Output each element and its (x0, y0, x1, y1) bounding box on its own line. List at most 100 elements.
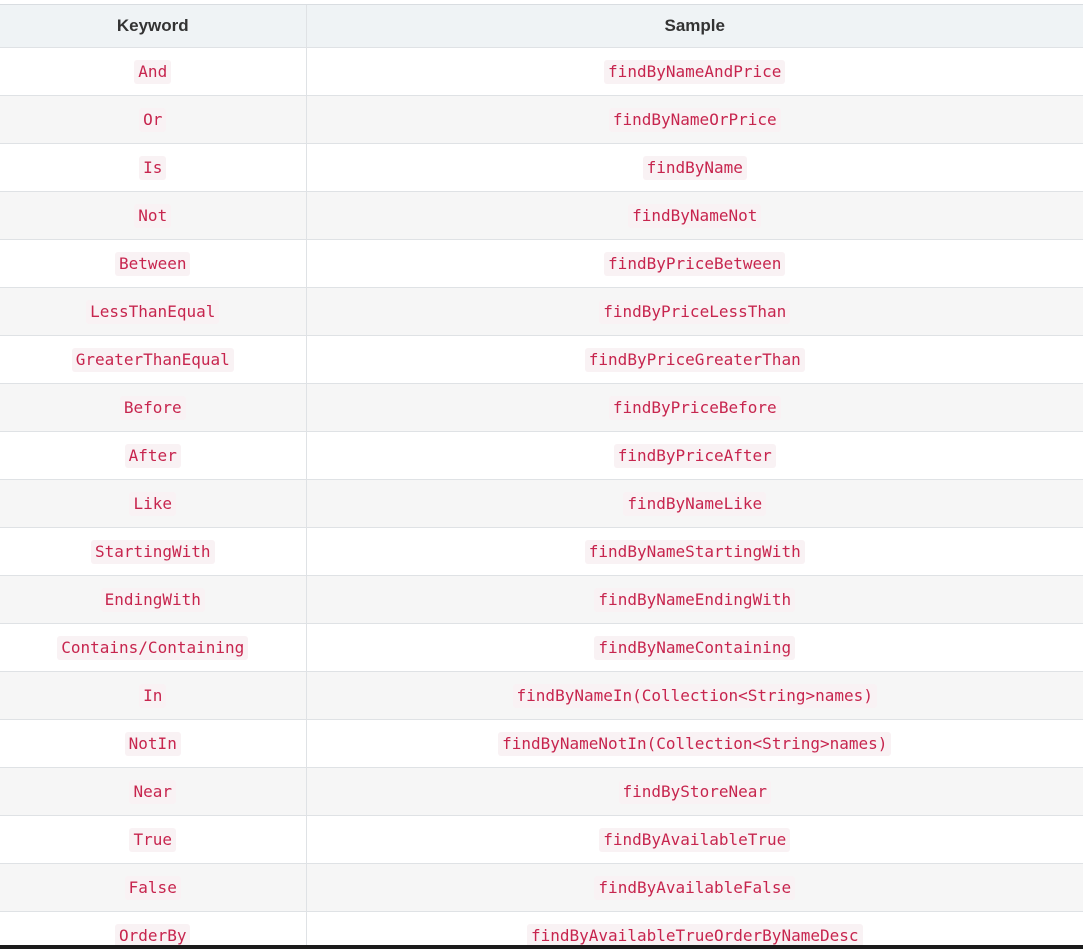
keyword-code: Before (119, 395, 186, 420)
sample-cell: findByStoreNear (306, 767, 1083, 816)
table-row: GreaterThanEqual findByPriceGreaterThan (0, 335, 1083, 384)
keyword-cell: NotIn (0, 719, 307, 768)
sample-cell: findByPriceBefore (306, 383, 1083, 432)
sample-code: findByNameStartingWith (584, 539, 805, 564)
sample-code: findByPriceGreaterThan (584, 347, 805, 372)
keyword-code: GreaterThanEqual (71, 347, 234, 372)
table-row: Before findByPriceBefore (0, 383, 1083, 432)
table-row: EndingWith findByNameEndingWith (0, 575, 1083, 624)
table-row: Is findByName (0, 143, 1083, 192)
keyword-cell: GreaterThanEqual (0, 335, 307, 384)
sample-cell: findByPriceBetween (306, 239, 1083, 288)
sample-code: findByAvailableFalse (594, 875, 796, 900)
keyword-cell: True (0, 815, 307, 864)
table-row: In findByNameIn(Collection<String>names) (0, 671, 1083, 720)
table-row: Contains/Containing findByNameContaining (0, 623, 1083, 672)
keyword-code: False (124, 875, 181, 900)
sample-cell: findByNameStartingWith (306, 527, 1083, 576)
sample-cell: findByAvailableFalse (306, 863, 1083, 912)
header-sample: Sample (306, 5, 1083, 48)
keyword-cell: After (0, 431, 307, 480)
keyword-code: Is (139, 155, 167, 180)
keyword-cell: StartingWith (0, 527, 307, 576)
keyword-code: True (129, 827, 177, 852)
keyword-cell: False (0, 863, 307, 912)
keyword-cell: Near (0, 767, 307, 816)
sample-cell: findByNameOrPrice (306, 95, 1083, 144)
sample-code: findByNameAndPrice (604, 59, 786, 84)
sample-cell: findByNameContaining (306, 623, 1083, 672)
keyword-cell: Like (0, 479, 307, 528)
table-row: True findByAvailableTrue (0, 815, 1083, 864)
table-row: Or findByNameOrPrice (0, 95, 1083, 144)
keyword-code: Like (129, 491, 177, 516)
keyword-cell: Between (0, 239, 307, 288)
sample-cell: findByNameLike (306, 479, 1083, 528)
keyword-cell: In (0, 671, 307, 720)
header-keyword: Keyword (0, 5, 307, 48)
sample-cell: findByAvailableTrue (306, 815, 1083, 864)
sample-code: findByNameContaining (594, 635, 796, 660)
keyword-cell: Contains/Containing (0, 623, 307, 672)
sample-code: findByPriceAfter (613, 443, 776, 468)
keyword-code: Between (115, 251, 191, 276)
sample-code: findByNameOrPrice (608, 107, 781, 132)
table-row: Between findByPriceBetween (0, 239, 1083, 288)
sample-code: findByName (642, 155, 747, 180)
keyword-code: Or (139, 107, 167, 132)
sample-code: findByPriceBefore (608, 395, 781, 420)
sample-code: findByNameLike (623, 491, 767, 516)
sample-code: findByPriceBetween (604, 251, 786, 276)
keyword-code: NotIn (124, 731, 181, 756)
table-row: After findByPriceAfter (0, 431, 1083, 480)
keyword-code: And (134, 59, 172, 84)
sample-code: findByNameNot (628, 203, 762, 228)
keyword-cell: OrderBy (0, 911, 307, 949)
sample-cell: findByPriceGreaterThan (306, 335, 1083, 384)
table-row: StartingWith findByNameStartingWith (0, 527, 1083, 576)
sample-code: findByNameNotIn(Collection<String>names) (498, 731, 892, 756)
sample-code: findByPriceLessThan (599, 299, 791, 324)
table-row: Not findByNameNot (0, 191, 1083, 240)
keyword-cell: Is (0, 143, 307, 192)
keyword-cell: Before (0, 383, 307, 432)
table-header-row: Keyword Sample (0, 5, 1083, 48)
sample-cell: findByNameEndingWith (306, 575, 1083, 624)
sample-code: findByAvailableTrue (599, 827, 791, 852)
sample-cell: findByNameNot (306, 191, 1083, 240)
keyword-code: EndingWith (100, 587, 205, 612)
table-row: NotIn findByNameNotIn(Collection<String>… (0, 719, 1083, 768)
keyword-cell: Or (0, 95, 307, 144)
table-row: False findByAvailableFalse (0, 863, 1083, 912)
keyword-code: StartingWith (90, 539, 215, 564)
sample-code: findByStoreNear (618, 779, 771, 804)
table-row: Like findByNameLike (0, 479, 1083, 528)
keyword-code: LessThanEqual (86, 299, 220, 324)
keyword-cell: LessThanEqual (0, 287, 307, 336)
keyword-code: Contains/Containing (57, 635, 249, 660)
table-row: OrderBy findByAvailableTrueOrderByNameDe… (0, 911, 1083, 949)
table-row: And findByNameAndPrice (0, 47, 1083, 96)
sample-cell: findByAvailableTrueOrderByNameDesc (306, 911, 1083, 949)
keyword-code: Near (129, 779, 177, 804)
keyword-code: OrderBy (115, 923, 191, 948)
sample-cell: findByNameIn(Collection<String>names) (306, 671, 1083, 720)
sample-cell: findByPriceAfter (306, 431, 1083, 480)
sample-code: findByNameIn(Collection<String>names) (512, 683, 877, 708)
sample-code: findByNameEndingWith (594, 587, 796, 612)
sample-cell: findByNameNotIn(Collection<String>names) (306, 719, 1083, 768)
keyword-cell: EndingWith (0, 575, 307, 624)
table-row: Near findByStoreNear (0, 767, 1083, 816)
keyword-code: In (139, 683, 167, 708)
table-row: LessThanEqual findByPriceLessThan (0, 287, 1083, 336)
keyword-code: Not (134, 203, 172, 228)
keyword-table: Keyword Sample And findByNameAndPrice Or… (0, 5, 1083, 949)
keyword-code: After (124, 443, 181, 468)
sample-cell: findByNameAndPrice (306, 47, 1083, 96)
sample-cell: findByPriceLessThan (306, 287, 1083, 336)
sample-code: findByAvailableTrueOrderByNameDesc (526, 923, 863, 948)
page: Keyword Sample And findByNameAndPrice Or… (0, 0, 1083, 949)
sample-cell: findByName (306, 143, 1083, 192)
bottom-edge-bar (0, 945, 1083, 949)
keyword-cell: And (0, 47, 307, 96)
